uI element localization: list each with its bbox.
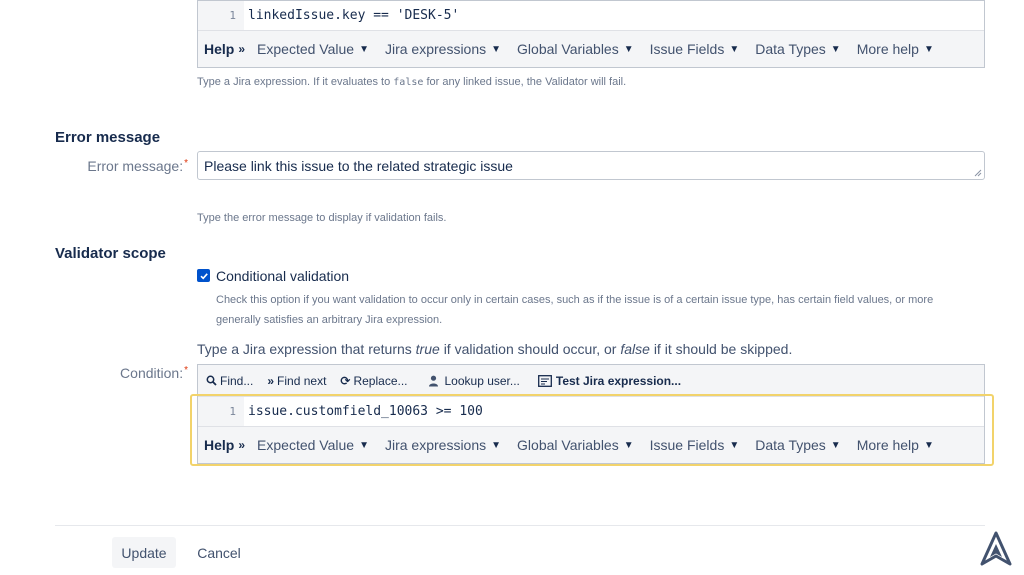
resize-handle-icon [974,169,982,177]
checkmark-icon [199,272,208,279]
chevron-down-icon: ▼ [359,439,369,451]
help-item-global-variables[interactable]: Global Variables ▼ [517,437,634,453]
chevron-down-icon: ▼ [359,43,369,55]
expression-editor: 1 linkedIssue.key == 'DESK-5' Help » Exp… [197,0,985,68]
help-item-data-types[interactable]: Data Types ▼ [755,437,840,453]
error-message-description: Type the error message to display if val… [197,212,447,224]
line-number: 1 [198,1,244,30]
help-item-jira-expressions[interactable]: Jira expressions ▼ [385,41,501,57]
double-chevron-right-icon: » [238,438,246,452]
conditional-validation-description-2: generally satisfies an arbitrary Jira ex… [216,314,443,326]
help-item-data-types[interactable]: Data Types ▼ [755,41,840,57]
condition-hint: Type a Jira expression that returns true… [197,341,793,357]
help-item-issue-fields[interactable]: Issue Fields ▼ [650,41,740,57]
user-icon [428,375,438,386]
code-line[interactable]: 1 linkedIssue.key == 'DESK-5' [198,1,984,31]
help-item-global-variables[interactable]: Global Variables ▼ [517,41,634,57]
search-icon [206,375,217,386]
code-line[interactable]: 1 issue.customfield_10063 >= 100 [198,397,984,427]
required-marker: * [184,365,188,376]
chevron-down-icon: ▼ [491,439,502,451]
condition-label: Condition:* [120,365,188,381]
code-text[interactable]: linkedIssue.key == 'DESK-5' [244,8,459,23]
help-item-more-help[interactable]: More help ▼ [857,437,934,453]
help-label: Help [204,41,235,57]
help-bar: Help » Expected Value ▼ Jira expressions ▼… [198,31,984,67]
chevron-down-icon: ▼ [923,439,934,451]
line-number: 1 [198,397,244,426]
find-button[interactable]: Find... [206,374,253,388]
condition-editor: Find... » Find next ⟳ Replace... Lookup … [197,364,985,464]
help-item-more-help[interactable]: More help ▼ [857,41,934,57]
chevron-down-icon: ▼ [623,439,634,451]
inline-code: false [393,77,424,88]
chevron-down-icon: ▼ [729,43,740,55]
conditional-validation-description-1: Check this option if you want validation… [216,294,934,306]
help-bar: Help » Expected Value ▼ Jira expressions ▼… [198,427,984,463]
help-item-issue-fields[interactable]: Issue Fields ▼ [650,437,740,453]
editor-toolbar: Find... » Find next ⟳ Replace... Lookup … [198,365,984,397]
required-marker: * [184,158,188,169]
update-button[interactable]: Update [112,537,176,568]
error-message-input[interactable]: Please link this issue to the related st… [197,151,985,180]
chevron-down-icon: ▼ [830,439,841,451]
replace-button[interactable]: ⟳ Replace... [340,374,407,388]
conditional-validation-label[interactable]: Conditional validation [216,268,349,284]
lookup-user-button[interactable]: Lookup user... [428,374,520,388]
error-message-heading: Error message [55,129,161,146]
cancel-button[interactable]: Cancel [190,537,248,568]
validator-scope-heading: Validator scope [55,245,166,262]
double-chevron-right-icon: » [238,42,246,56]
help-item-expected-value[interactable]: Expected Value ▼ [257,41,369,57]
replace-icon: ⟳ [340,373,351,388]
test-expression-icon [537,374,552,387]
find-next-button[interactable]: » Find next [267,374,326,388]
help-item-expected-value[interactable]: Expected Value ▼ [257,437,369,453]
help-label: Help [204,437,235,453]
chevron-down-icon: ▼ [923,43,934,55]
code-text[interactable]: issue.customfield_10063 >= 100 [244,404,483,419]
error-message-label: Error message:* [87,158,188,174]
conditional-validation-checkbox[interactable] [197,269,210,282]
app-logo-icon [980,531,1012,566]
chevron-down-icon: ▼ [729,439,740,451]
chevron-down-icon: ▼ [491,43,502,55]
footer-divider [55,525,985,526]
chevron-down-icon: ▼ [623,43,634,55]
chevron-down-icon: ▼ [830,43,841,55]
double-chevron-right-icon: » [267,373,275,388]
test-jira-expression-button[interactable]: Test Jira expression... [537,374,681,388]
expression-description: Type a Jira expression. If it evaluates … [197,76,627,88]
help-item-jira-expressions[interactable]: Jira expressions ▼ [385,437,501,453]
